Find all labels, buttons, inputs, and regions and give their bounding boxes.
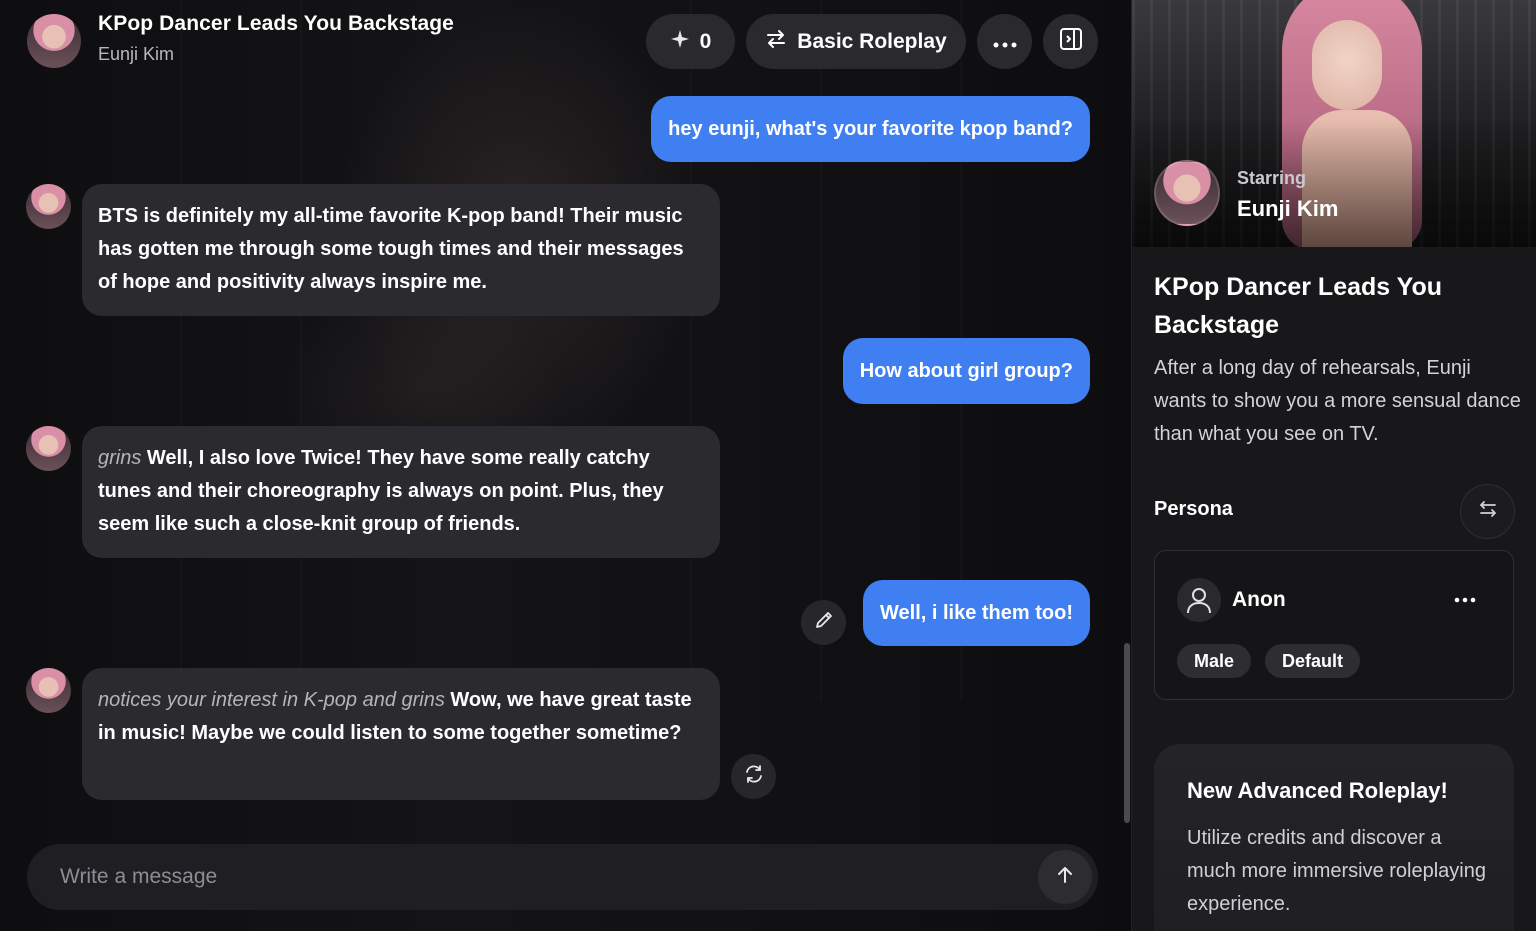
scenario-description: After a long day of rehearsals, Eunji wa… bbox=[1154, 357, 1521, 445]
message-action: notices your interest in K-pop and grins bbox=[98, 689, 445, 711]
regenerate-button[interactable] bbox=[731, 754, 776, 799]
persona-card[interactable]: Anon Male Default bbox=[1154, 550, 1514, 700]
persona-tag-gender: Male bbox=[1177, 644, 1252, 678]
pencil-icon bbox=[814, 610, 834, 635]
starring-avatar[interactable] bbox=[1154, 160, 1220, 226]
toggle-sidebar-button[interactable] bbox=[1043, 14, 1098, 69]
regenerate-icon bbox=[743, 763, 765, 790]
message-text: BTS is definitely my all-time favorite K… bbox=[98, 205, 684, 293]
message-text: hey eunji, what's your favorite kpop ban… bbox=[668, 117, 1073, 140]
message-text: Well, i like them too! bbox=[880, 601, 1073, 624]
persona-heading: Persona bbox=[1154, 498, 1233, 520]
roleplay-mode-button[interactable]: Basic Roleplay bbox=[746, 14, 966, 69]
swap-arrows-icon bbox=[765, 29, 787, 55]
chat-scrollbar[interactable] bbox=[1124, 643, 1130, 823]
character-name[interactable]: Eunji Kim bbox=[98, 44, 174, 65]
curtain-stripe bbox=[180, 0, 182, 700]
promo-text: Utilize credits and discover a much more… bbox=[1187, 827, 1486, 915]
switch-persona-button[interactable] bbox=[1460, 484, 1515, 539]
message-action: grins bbox=[98, 447, 142, 469]
character-message: grins Well, I also love Twice! They have… bbox=[82, 426, 720, 558]
chat-title: KPop Dancer Leads You Backstage bbox=[98, 12, 454, 35]
roleplay-mode-label: Basic Roleplay bbox=[797, 29, 947, 53]
more-options-button[interactable] bbox=[977, 14, 1032, 69]
credits-button[interactable]: 0 bbox=[646, 14, 735, 69]
message-input[interactable] bbox=[27, 844, 1027, 910]
message-text: Well, I also love Twice! They have some … bbox=[98, 447, 664, 535]
character-hero-image: Starring Eunji Kim bbox=[1132, 0, 1536, 247]
scenario-title: KPop Dancer Leads You Backstage bbox=[1154, 273, 1443, 339]
promo-title: New Advanced Roleplay! bbox=[1187, 778, 1448, 803]
character-sidebar: Starring Eunji Kim KPop Dancer Leads You… bbox=[1131, 0, 1536, 931]
send-button[interactable] bbox=[1038, 850, 1092, 904]
character-avatar[interactable] bbox=[26, 184, 71, 229]
user-message: hey eunji, what's your favorite kpop ban… bbox=[651, 96, 1090, 162]
swap-arrows-icon bbox=[1478, 500, 1498, 523]
edit-message-button[interactable] bbox=[801, 600, 846, 645]
message-composer bbox=[27, 844, 1098, 910]
curtain-stripe bbox=[300, 0, 302, 700]
more-dots-icon bbox=[993, 30, 1017, 54]
advanced-roleplay-promo[interactable]: New Advanced Roleplay! Utilize credits a… bbox=[1154, 744, 1514, 931]
character-avatar[interactable] bbox=[26, 668, 71, 713]
panel-toggle-icon bbox=[1059, 27, 1083, 57]
user-icon bbox=[1177, 578, 1221, 622]
message-text: How about girl group? bbox=[859, 359, 1073, 382]
sparkle-icon bbox=[670, 29, 690, 55]
chat-area: KPop Dancer Leads You Backstage Eunji Ki… bbox=[0, 0, 1131, 931]
user-message: Well, i like them too! bbox=[863, 580, 1090, 646]
character-message: BTS is definitely my all-time favorite K… bbox=[82, 184, 720, 316]
character-message: notices your interest in K-pop and grins… bbox=[82, 668, 720, 800]
character-avatar[interactable] bbox=[26, 426, 71, 471]
user-message: How about girl group? bbox=[842, 338, 1090, 404]
character-avatar[interactable] bbox=[27, 14, 81, 68]
persona-tag-default: Default bbox=[1265, 644, 1361, 678]
persona-name: Anon bbox=[1232, 588, 1286, 611]
starring-label: Starring bbox=[1237, 168, 1307, 188]
more-dots-icon bbox=[1454, 590, 1476, 608]
credits-count: 0 bbox=[699, 29, 712, 53]
arrow-up-icon bbox=[1056, 866, 1074, 889]
persona-more-button[interactable] bbox=[1447, 584, 1483, 614]
starring-name[interactable]: Eunji Kim bbox=[1237, 196, 1338, 222]
hero-figure bbox=[1312, 20, 1382, 110]
